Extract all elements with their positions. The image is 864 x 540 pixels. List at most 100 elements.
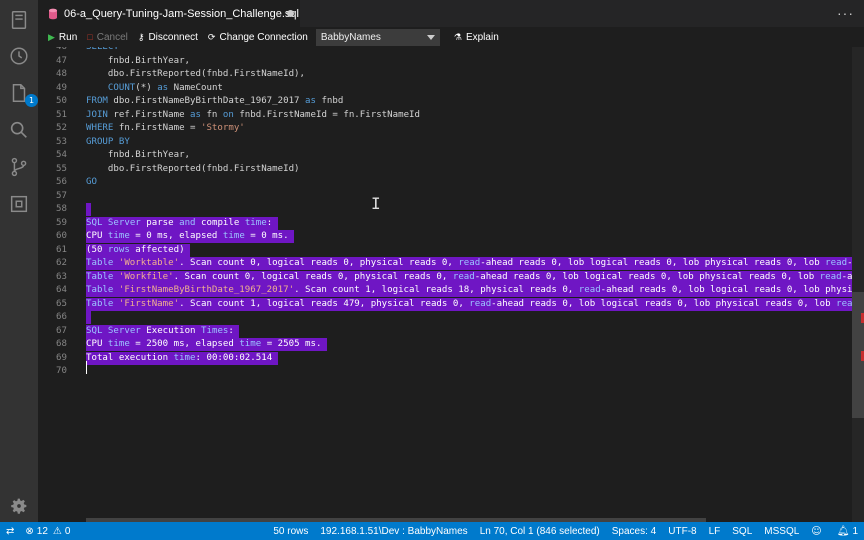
- code-line[interactable]: 67 SQL Server Execution Times:: [38, 324, 864, 338]
- code-line[interactable]: 60 CPU time = 0 ms, elapsed time = 0 ms.: [38, 230, 864, 243]
- bell-icon: 🔔︎: [836, 525, 850, 537]
- code-line[interactable]: 61 (50 rows affected): [38, 243, 864, 257]
- code-line[interactable]: 68 CPU time = 2500 ms, elapsed time = 250…: [38, 338, 864, 351]
- line-number: 52: [56, 123, 67, 133]
- code-line[interactable]: 54 fnbd.BirthYear,: [38, 149, 864, 162]
- problems-indicator[interactable]: ⊗ 12 ⚠ 0: [25, 526, 70, 537]
- change-connection-label: Change Connection: [219, 31, 308, 43]
- code-line[interactable]: 49 COUNT(*) as NameCount: [38, 82, 864, 95]
- code-line[interactable]: 48 dbo.FirstReported(fnbd.FirstNameId),: [38, 68, 864, 81]
- line-number: 64: [56, 285, 67, 295]
- code-text: Table 'FirstNameByBirthDate_1967_2017'. …: [86, 284, 864, 297]
- stop-icon: □: [87, 32, 93, 42]
- code-text: fnbd.BirthYear,: [86, 55, 191, 66]
- source-control-icon[interactable]: [7, 155, 31, 179]
- code-line[interactable]: 46 SELECT: [38, 47, 864, 54]
- encoding[interactable]: UTF-8: [668, 526, 696, 537]
- settings-gear-icon[interactable]: [7, 494, 31, 518]
- run-label: Run: [58, 31, 78, 43]
- status-bar: ⇄ ⊗ 12 ⚠ 0 50 rows 192.168.1.51\Dev : Ba…: [0, 522, 864, 540]
- code-line[interactable]: 66: [38, 311, 864, 324]
- line-number: 50: [56, 96, 67, 106]
- database-select[interactable]: BabbyNames: [315, 28, 440, 46]
- code-line[interactable]: 53 GROUP BY: [38, 136, 864, 149]
- change-connection-button[interactable]: ⟳ Change Connection: [208, 32, 308, 43]
- language-mode[interactable]: SQL: [732, 526, 752, 537]
- cancel-button[interactable]: □ Cancel: [87, 32, 128, 43]
- line-number: 69: [56, 352, 67, 363]
- line-number: 57: [56, 190, 67, 201]
- line-number: 67: [56, 325, 67, 336]
- code-text: GO: [86, 177, 97, 187]
- warning-icon: ⚠: [52, 525, 62, 537]
- line-number: 47: [56, 55, 67, 66]
- cursor-position[interactable]: Ln 70, Col 1 (846 selected): [480, 526, 600, 537]
- code-line[interactable]: 51 JOIN ref.FirstName as fn on fnbd.First…: [38, 109, 864, 122]
- explain-label: Explain: [465, 31, 499, 43]
- code-text: WHERE fn.FirstName = 'Stormy': [86, 123, 245, 133]
- extensions-icon[interactable]: [7, 192, 31, 216]
- explain-button[interactable]: ⚗ Explain: [454, 32, 499, 43]
- code-text: SQL Server parse and compile time:: [86, 216, 278, 230]
- line-number: 49: [56, 82, 67, 93]
- code-line[interactable]: 69 Total execution time: 00:00:02.514: [38, 351, 864, 365]
- code-line[interactable]: 64 Table 'FirstNameByBirthDate_1967_2017'…: [38, 284, 864, 297]
- code-line[interactable]: 63 Table 'Workfile'. Scan count 0, logica…: [38, 270, 864, 284]
- code-line[interactable]: 56 GO: [38, 176, 864, 189]
- code-line[interactable]: 52 WHERE fn.FirstName = 'Stormy': [38, 122, 864, 135]
- more-actions-icon[interactable]: ···: [837, 5, 854, 21]
- code-text: Table 'Worktable'. Scan count 0, logical…: [86, 257, 864, 270]
- line-number: 66: [56, 312, 67, 322]
- cancel-label: Cancel: [96, 31, 128, 43]
- search-icon[interactable]: [7, 118, 31, 142]
- vertical-scrollbar[interactable]: [852, 47, 864, 522]
- error-icon: ⊗: [25, 525, 34, 537]
- code-text: (50 rows affected): [86, 243, 191, 257]
- code-text: GROUP BY: [86, 136, 130, 147]
- code-line[interactable]: 57: [38, 190, 864, 203]
- provider[interactable]: MSSQL: [764, 526, 799, 537]
- remote-icon[interactable]: ⇄: [6, 526, 17, 537]
- servers-icon[interactable]: [7, 8, 31, 32]
- unsaved-dot-icon[interactable]: [287, 10, 294, 17]
- feedback-smiley-icon[interactable]: ☺: [811, 526, 824, 537]
- connection-icon: ⟳: [207, 31, 216, 42]
- code-line[interactable]: 50 FROM dbo.FirstNameByBirthDate_1967_201…: [38, 95, 864, 108]
- plug-icon: ⚷: [137, 31, 145, 42]
- code-line[interactable]: 62 Table 'Worktable'. Scan count 0, logic…: [38, 257, 864, 270]
- notifications[interactable]: 🔔︎ 1: [837, 526, 858, 537]
- chevron-down-icon: [426, 34, 435, 40]
- line-number: 51: [56, 109, 67, 120]
- row-count[interactable]: 50 rows: [273, 526, 308, 537]
- line-number: 68: [56, 339, 67, 349]
- code-line[interactable]: 59 SQL Server parse and compile time:: [38, 216, 864, 230]
- code-text: [86, 311, 92, 324]
- code-text: fnbd.BirthYear,: [86, 150, 191, 160]
- code-line[interactable]: 47 fnbd.BirthYear,: [38, 55, 864, 68]
- history-icon[interactable]: [7, 44, 31, 68]
- code-text: FROM dbo.FirstNameByBirthDate_1967_2017 …: [86, 96, 344, 106]
- notification-count: 1: [852, 525, 858, 537]
- indentation[interactable]: Spaces: 4: [612, 526, 656, 537]
- code-text: dbo.FirstReported(fnbd.FirstNameId),: [86, 69, 305, 79]
- code-line[interactable]: 58: [38, 203, 864, 216]
- code-line[interactable]: 70: [38, 365, 864, 378]
- code-text: Table 'FirstName'. Scan count 1, logical…: [86, 297, 864, 311]
- line-number: 62: [56, 258, 67, 268]
- code-editor[interactable]: 70 69 Total execution time: 00:00:02.514 6…: [38, 47, 864, 522]
- connection-info[interactable]: 192.168.1.51\Dev : BabbyNames: [320, 526, 467, 537]
- run-button[interactable]: ▶ Run: [48, 32, 77, 43]
- line-number: 63: [56, 271, 67, 282]
- explorer-icon[interactable]: 1: [7, 81, 38, 107]
- code-line[interactable]: 65 Table 'FirstName'. Scan count 1, logic…: [38, 297, 864, 311]
- code-text: CPU time = 0 ms, elapsed time = 0 ms.: [86, 230, 295, 243]
- code-line[interactable]: 55 dbo.FirstReported(fnbd.FirstNameId): [38, 163, 864, 176]
- code-text: CPU time = 2500 ms, elapsed time = 2505 …: [86, 338, 327, 351]
- line-number: 54: [56, 150, 67, 160]
- line-number: 55: [56, 163, 67, 174]
- line-number: 60: [56, 231, 67, 241]
- ibeam-cursor-icon: I: [371, 194, 381, 213]
- editor-tab[interactable]: 06-a_Query-Tuning-Jam-Session_Challenge.…: [38, 0, 300, 27]
- end-of-line[interactable]: LF: [709, 526, 721, 537]
- disconnect-button[interactable]: ⚷ Disconnect: [138, 32, 198, 43]
